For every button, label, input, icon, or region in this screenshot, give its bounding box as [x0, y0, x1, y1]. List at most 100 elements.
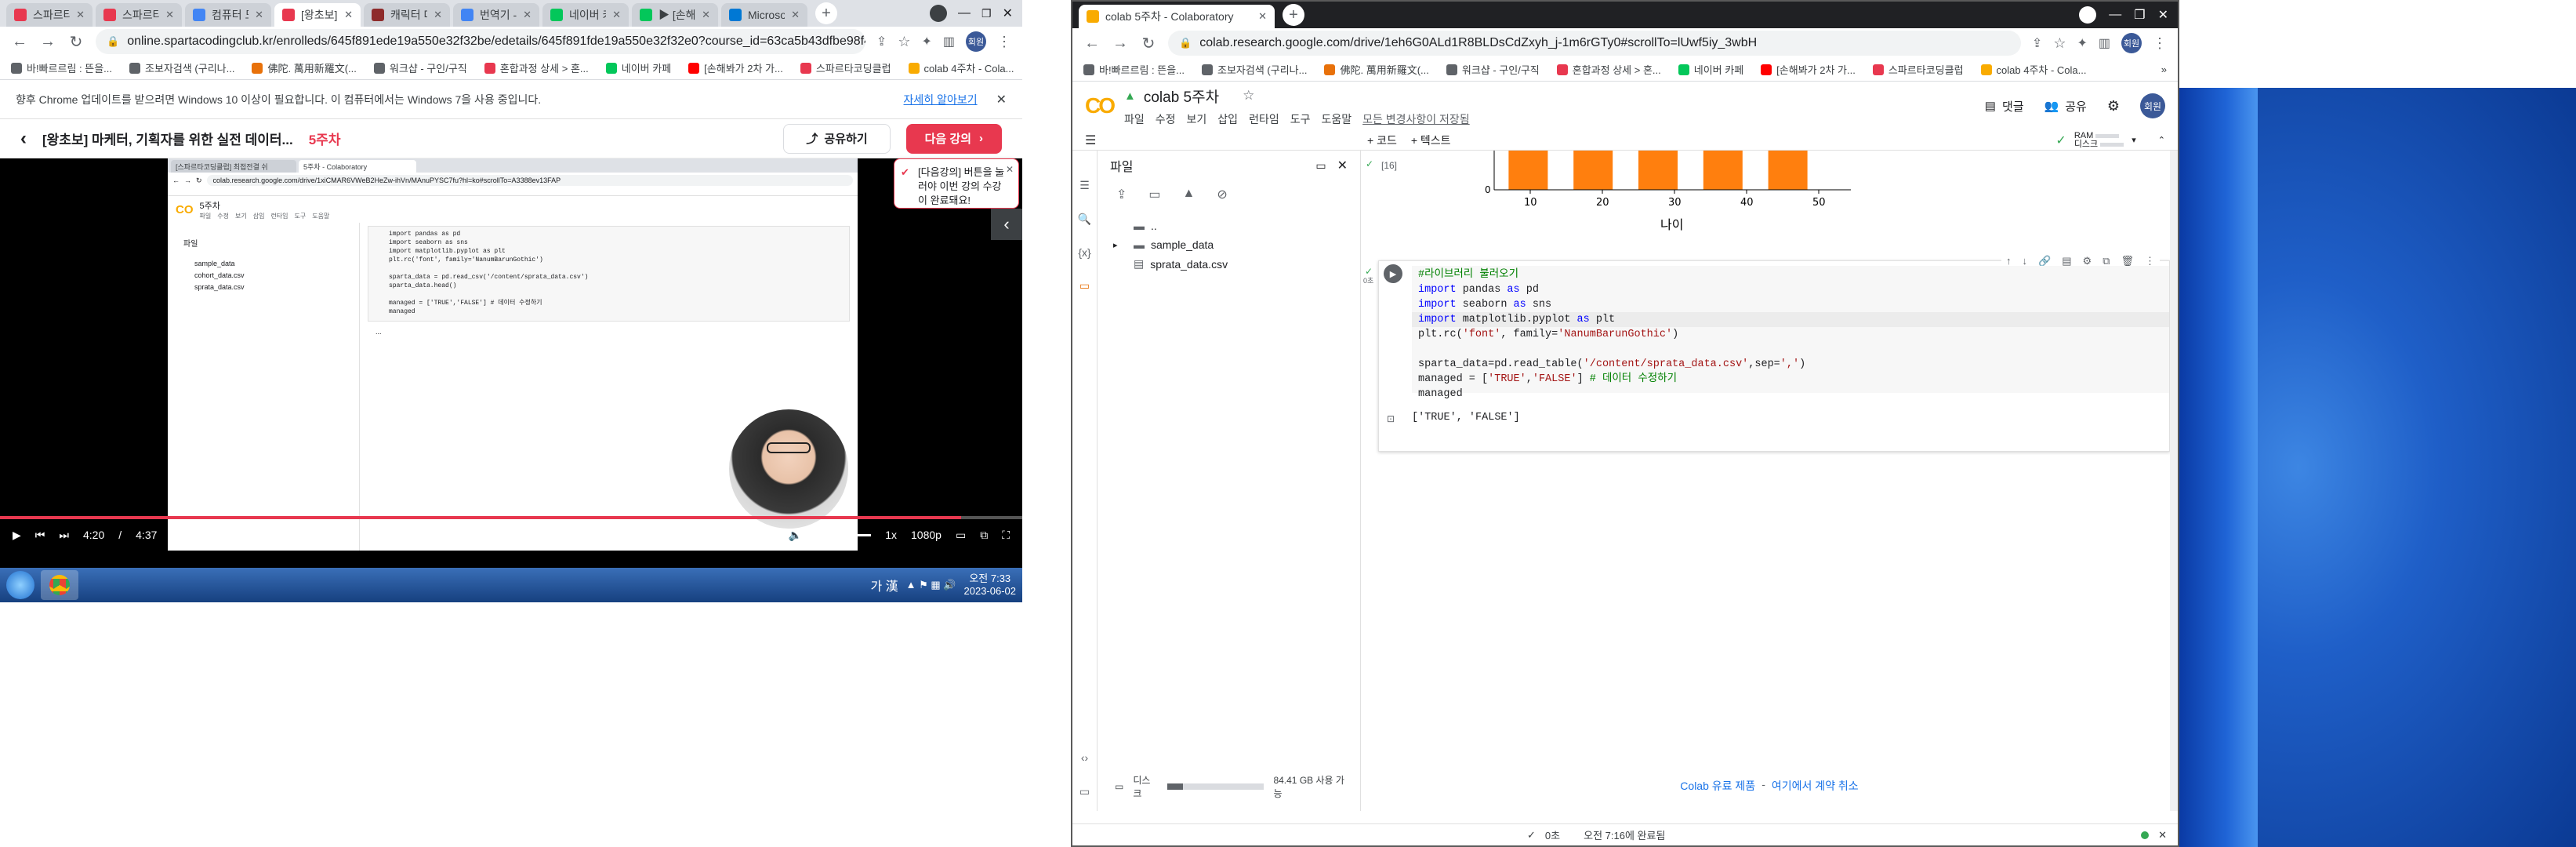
colab-menu-item[interactable]: 보기 — [1187, 111, 1207, 127]
run-cell-button[interactable]: ▶ — [1384, 264, 1402, 283]
ram-disk-indicator[interactable]: RAM 디스크 — [2074, 131, 2124, 149]
code-editor[interactable]: #라이브러리 불러오기 import pandas as pd import sea… — [1412, 266, 2169, 400]
paid-products-link[interactable]: Colab 유료 제품 — [1680, 778, 1755, 794]
toast-close-icon[interactable]: ✕ — [1006, 162, 1014, 176]
minimize-icon[interactable]: — — [958, 6, 971, 20]
file-tree-item[interactable]: ▸ ▬ sample_data — [1113, 238, 1344, 251]
scrollbar[interactable] — [2170, 151, 2178, 811]
side-panel-icon[interactable]: ▥ — [943, 34, 955, 49]
bookmark-item[interactable]: 佛陀. 萬用新羅文(... — [1324, 62, 1429, 77]
right-profile-avatar[interactable]: 회원 — [2121, 33, 2142, 53]
bookmark-item[interactable]: 네이버 카페 — [1678, 62, 1743, 77]
right-tab-search-icon[interactable] — [2079, 6, 2097, 24]
tab-search-icon[interactable] — [930, 5, 948, 22]
colab-tab[interactable]: colab 5주차 - Colaboratory ✕ — [1079, 5, 1275, 28]
code-snippets-icon[interactable]: ‹› — [1081, 751, 1088, 764]
back-icon[interactable]: ← — [11, 33, 28, 51]
left-tab[interactable]: 네이버 카드 ✕ — [542, 3, 629, 27]
right-share-page-icon[interactable]: ⇪ — [2032, 35, 2042, 51]
playback-speed[interactable]: 1x — [885, 529, 897, 541]
right-close-window-icon[interactable]: ✕ — [2158, 7, 2168, 23]
mount-drive-icon[interactable]: ▲ — [1183, 187, 1195, 202]
tab-close-icon[interactable]: ✕ — [344, 9, 353, 21]
file-tree-item[interactable]: ▬.. — [1113, 220, 1344, 232]
video-player[interactable]: [스파르타코딩클럽] 최접전결 쉬 5주차 - Colaboratory ← → ↻… — [0, 158, 1022, 568]
bookmark-item[interactable]: 스파르타코딩클럽 — [800, 60, 891, 75]
restore-icon[interactable]: ❐ — [981, 7, 992, 20]
left-tab[interactable]: Microsoft ✕ — [721, 3, 807, 27]
colab-menu-item[interactable]: 파일 — [1124, 111, 1145, 127]
video-quality[interactable]: 1080p — [911, 529, 942, 541]
variables-rail-icon[interactable]: {x} — [1078, 246, 1090, 259]
star-notebook-icon[interactable]: ☆ — [1243, 88, 1254, 104]
collapse-header-icon[interactable]: ⌃ — [2158, 135, 2165, 145]
course-back-chevron-icon[interactable]: ‹ — [20, 128, 27, 150]
tab-close-icon[interactable]: ✕ — [523, 9, 532, 21]
settings-gear-icon[interactable]: ⚙ — [2107, 98, 2120, 115]
skip-icon[interactable]: ⏭ — [59, 529, 69, 542]
files-panel-close-icon[interactable]: ✕ — [1337, 158, 1348, 173]
curriculum-toggle-button[interactable]: ‹ — [991, 209, 1022, 240]
pip-icon[interactable]: ⧉ — [980, 529, 988, 542]
colab-tab-close-icon[interactable]: ✕ — [1258, 10, 1267, 23]
left-tab[interactable]: 번역기 - G ✕ — [453, 3, 539, 27]
bookmark-item[interactable]: [손해봐가 2차 가... — [688, 60, 783, 75]
right-forward-icon[interactable]: → — [1112, 35, 1129, 53]
colab-logo[interactable]: CO — [1085, 93, 1116, 118]
bookmark-item[interactable]: 네이버 카페 — [605, 60, 671, 75]
colab-menu-item[interactable]: 도구 — [1290, 111, 1311, 127]
bookmark-item[interactable]: 스파르타코딩클럽 — [1872, 62, 1964, 77]
share-page-icon[interactable]: ⇪ — [876, 34, 887, 49]
bookmarks-overflow-icon[interactable]: » — [2161, 64, 2167, 75]
right-restore-icon[interactable]: ❐ — [2134, 7, 2145, 23]
bookmark-item[interactable]: 혼합과정 상세 > 혼... — [484, 60, 589, 75]
left-address-bar[interactable]: 🔒 online.spartacodingclub.kr/enrolleds/6… — [96, 29, 865, 54]
right-menu-icon[interactable]: ⋮ — [2153, 35, 2167, 52]
close-window-icon[interactable]: ✕ — [1003, 5, 1013, 21]
terminal-icon[interactable]: ▭ — [1079, 785, 1090, 798]
bookmark-item[interactable]: 바!빠르르림 : 뜬을... — [1083, 62, 1185, 77]
left-tab[interactable]: 컴퓨터 도구상 ✕ — [185, 3, 271, 27]
hide-files-icon[interactable]: ⊘ — [1217, 187, 1227, 202]
colab-menu-item[interactable]: 수정 — [1156, 111, 1176, 127]
subtitles-icon[interactable]: ▭ — [956, 529, 966, 542]
bookmark-item[interactable]: 조보자검색 (구리나... — [129, 60, 234, 75]
comment-button[interactable]: ▤ 댓글 — [1985, 98, 2024, 115]
colab-menu-item[interactable]: 도움말 — [1321, 111, 1351, 127]
right-new-tab-button[interactable]: + — [1283, 4, 1304, 26]
add-code-button[interactable]: + 코드 — [1367, 133, 1397, 148]
share-button[interactable]: 👥 공유 — [2044, 98, 2087, 115]
chrome-taskbar-icon[interactable] — [41, 570, 78, 600]
bookmark-star-icon[interactable]: ☆ — [898, 34, 910, 50]
extensions-icon[interactable]: ✦ — [921, 34, 931, 49]
status-close-icon[interactable]: ✕ — [2158, 829, 2167, 842]
expand-arrow-icon[interactable]: ▸ — [1113, 240, 1127, 250]
tab-close-icon[interactable]: ✕ — [255, 9, 263, 21]
tab-close-icon[interactable]: ✕ — [165, 9, 174, 21]
colab-menu-item[interactable]: 삽입 — [1217, 111, 1238, 127]
ime-indicator[interactable]: 가 漢 — [871, 576, 898, 594]
toc-icon[interactable]: ☰ — [1085, 133, 1101, 148]
bookmark-item[interactable]: 혼합과정 상세 > 혼... — [1556, 62, 1661, 77]
volume-slider[interactable] — [816, 533, 872, 536]
left-profile-avatar[interactable]: 회원 — [966, 31, 986, 52]
colab-menu-item[interactable]: 런타임 — [1249, 111, 1279, 127]
output-clear-icon[interactable]: ⊡ — [1387, 413, 1395, 424]
bookmark-item[interactable]: 워크샵 - 구인/구직 — [373, 60, 467, 75]
bookmark-item[interactable]: [손해봐가 2차 가... — [1761, 62, 1856, 77]
runtime-dropdown-icon[interactable]: ▾ — [2132, 135, 2136, 145]
right-minimize-icon[interactable]: — — [2109, 8, 2121, 22]
bookmark-item[interactable]: 조보자검색 (구리나... — [1202, 62, 1307, 77]
add-text-button[interactable]: + 텍스트 — [1411, 133, 1451, 148]
tab-close-icon[interactable]: ✕ — [702, 9, 710, 21]
colab-profile-avatar[interactable]: 회원 — [2140, 93, 2165, 118]
right-address-bar[interactable]: 🔒 colab.research.google.com/drive/1eh6G0… — [1168, 31, 2021, 56]
share-course-button[interactable]: ⤴ 공유하기 — [783, 123, 891, 154]
infobar-close-icon[interactable]: ✕ — [996, 92, 1007, 107]
tab-close-icon[interactable]: ✕ — [434, 9, 442, 21]
new-folder-icon[interactable]: ▭ — [1148, 187, 1160, 202]
rewind-icon[interactable]: ⏮ — [35, 529, 45, 542]
files-panel-expand-icon[interactable]: ▭ — [1315, 159, 1326, 173]
right-bookmark-star-icon[interactable]: ☆ — [2053, 35, 2066, 52]
left-tab[interactable]: ▶ [손해보 ✕ — [632, 3, 718, 27]
